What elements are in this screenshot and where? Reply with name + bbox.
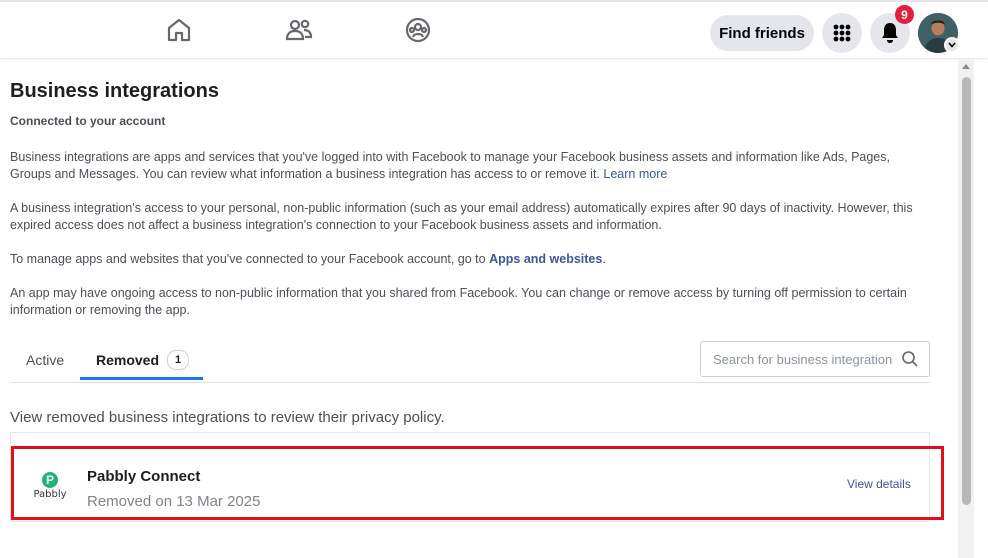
manage-apps-text: To manage apps and websites that you've …	[10, 252, 486, 266]
removed-intro-text: View removed business integrations to re…	[10, 409, 445, 426]
find-friends-button[interactable]: Find friends	[710, 15, 814, 51]
selected-tab-indicator	[80, 377, 203, 380]
grid-menu-icon	[833, 24, 851, 42]
search-input[interactable]	[713, 350, 893, 368]
search-field[interactable]	[700, 341, 930, 377]
apps-and-websites-link[interactable]: Apps and websites	[489, 252, 602, 266]
pabbly-logo: P Pabbly	[33, 472, 67, 504]
integration-name: Pabbly Connect	[87, 468, 201, 485]
page-title: Business integrations	[10, 80, 219, 102]
menu-button[interactable]	[822, 13, 862, 53]
scroll-up-arrow-icon[interactable]	[962, 64, 970, 69]
ongoing-access-paragraph: An app may have ongoing access to non-pu…	[10, 285, 930, 319]
view-details-link[interactable]: View details	[847, 477, 911, 491]
manage-apps-paragraph: To manage apps and websites that you've …	[10, 251, 930, 268]
removed-count-badge: 1	[167, 350, 190, 370]
expiry-paragraph: A business integration's access to your …	[10, 200, 930, 234]
pabbly-logo-mark: P	[42, 472, 58, 488]
top-navigation-bar: Find friends	[0, 0, 988, 58]
integration-status: Removed on 13 Mar 2025	[87, 493, 261, 510]
ongoing-access-text: An app may have ongoing access to non-pu…	[10, 286, 907, 317]
tab-active[interactable]: Active	[26, 340, 64, 380]
intro-paragraph: Business integrations are apps and servi…	[10, 149, 930, 183]
scrollbar-thumb[interactable]	[962, 77, 971, 505]
intro-text: Business integrations are apps and servi…	[10, 150, 890, 181]
bell-icon	[882, 23, 898, 43]
groups-icon[interactable]	[404, 16, 432, 44]
notification-count-badge: 9	[895, 5, 914, 24]
learn-more-link[interactable]: Learn more	[603, 167, 667, 181]
search-icon[interactable]	[901, 350, 919, 368]
chevron-down-icon	[948, 42, 956, 48]
tab-active-label: Active	[26, 352, 65, 368]
page-subtitle: Connected to your account	[10, 114, 166, 128]
tab-removed-label: Removed	[96, 352, 160, 368]
home-icon[interactable]	[165, 16, 193, 44]
expiry-text: A business integration's access to your …	[10, 201, 913, 232]
manage-apps-period: .	[602, 252, 606, 266]
tab-removed[interactable]: Removed 1	[96, 340, 190, 380]
friends-icon[interactable]	[285, 16, 313, 44]
pabbly-logo-word: Pabbly	[33, 489, 67, 500]
account-menu-button[interactable]	[944, 37, 960, 53]
